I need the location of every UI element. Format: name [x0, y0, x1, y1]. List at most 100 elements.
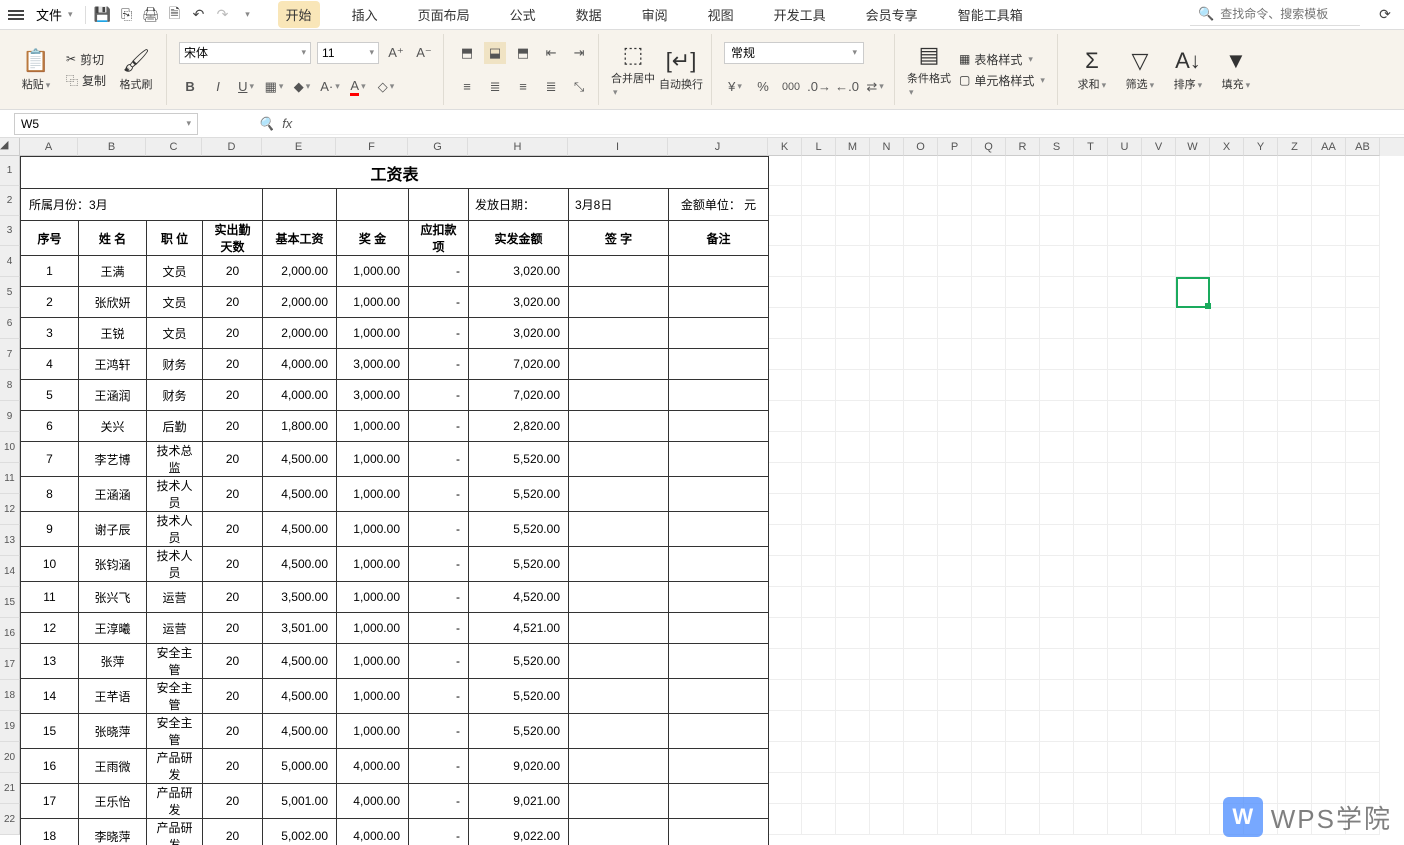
font-name-combo[interactable]: 宋体▾: [179, 42, 311, 64]
row-header-3[interactable]: 3: [0, 216, 20, 246]
increase-indent-icon[interactable]: ⇥: [568, 42, 590, 64]
col-header-R[interactable]: R: [1006, 138, 1040, 156]
justify-icon[interactable]: ≣: [540, 76, 562, 98]
fill-button[interactable]: ▼填充▾: [1214, 38, 1258, 102]
increase-font-icon[interactable]: A⁺: [385, 42, 407, 64]
row-header-14[interactable]: 14: [0, 556, 20, 587]
col-header-S[interactable]: S: [1040, 138, 1074, 156]
col-header-N[interactable]: N: [870, 138, 904, 156]
align-middle-icon[interactable]: ⬓: [484, 42, 506, 64]
file-menu-button[interactable]: 文件▾: [30, 3, 79, 26]
save-icon[interactable]: 💾: [92, 4, 114, 26]
filter-button[interactable]: ▽筛选▾: [1118, 38, 1162, 102]
col-header-X[interactable]: X: [1210, 138, 1244, 156]
row-header-4[interactable]: 4: [0, 246, 20, 277]
currency-icon[interactable]: ¥▾: [724, 76, 746, 98]
col-header-V[interactable]: V: [1142, 138, 1176, 156]
col-header-G[interactable]: G: [408, 138, 468, 156]
font-color-icon[interactable]: A▾: [347, 76, 369, 98]
row-header-10[interactable]: 10: [0, 432, 20, 463]
row-header-17[interactable]: 17: [0, 649, 20, 680]
col-header-J[interactable]: J: [668, 138, 768, 156]
row-header-22[interactable]: 22: [0, 804, 20, 835]
col-header-L[interactable]: L: [802, 138, 836, 156]
zoom-out-icon[interactable]: 🔍: [258, 116, 274, 132]
row-header-20[interactable]: 20: [0, 742, 20, 773]
select-all-corner[interactable]: ◢: [0, 138, 20, 156]
wrap-text-button[interactable]: [↵]自动换行: [659, 38, 703, 102]
row-header-21[interactable]: 21: [0, 773, 20, 804]
font-effect-icon[interactable]: A·▾: [319, 76, 341, 98]
sort-button[interactable]: A↓排序▾: [1166, 38, 1210, 102]
col-header-P[interactable]: P: [938, 138, 972, 156]
decrease-indent-icon[interactable]: ⇤: [540, 42, 562, 64]
type-convert-icon[interactable]: ⇄▾: [864, 76, 886, 98]
row-header-7[interactable]: 7: [0, 339, 20, 370]
col-header-K[interactable]: K: [768, 138, 802, 156]
bold-icon[interactable]: B: [179, 76, 201, 98]
cell-style-button[interactable]: ▢单元格样式▾: [955, 70, 1049, 91]
row-header-8[interactable]: 8: [0, 370, 20, 401]
comma-icon[interactable]: 000: [780, 76, 802, 98]
cond-format-button[interactable]: ▤条件格式▾: [907, 38, 951, 102]
ribbon-tab-1[interactable]: 插入: [344, 1, 386, 28]
col-header-AB[interactable]: AB: [1346, 138, 1380, 156]
name-box[interactable]: W5▾: [14, 113, 198, 135]
row-header-11[interactable]: 11: [0, 463, 20, 494]
row-header-5[interactable]: 5: [0, 277, 20, 308]
ribbon-tab-5[interactable]: 审阅: [634, 1, 676, 28]
print-preview-icon[interactable]: 🗎: [164, 4, 186, 26]
row-header-1[interactable]: 1: [0, 156, 20, 186]
increase-decimal-icon[interactable]: .0→: [808, 76, 830, 98]
orientation-icon[interactable]: ⤡: [568, 76, 590, 98]
print-icon[interactable]: 🖨: [140, 4, 162, 26]
col-header-I[interactable]: I: [568, 138, 668, 156]
ribbon-tab-0[interactable]: 开始: [278, 1, 320, 28]
italic-icon[interactable]: I: [207, 76, 229, 98]
format-painter-button[interactable]: 🖌格式刷: [114, 38, 158, 102]
ribbon-tab-4[interactable]: 数据: [568, 1, 610, 28]
col-header-Y[interactable]: Y: [1244, 138, 1278, 156]
col-header-F[interactable]: F: [336, 138, 408, 156]
col-header-H[interactable]: H: [468, 138, 568, 156]
row-header-19[interactable]: 19: [0, 711, 20, 742]
font-size-combo[interactable]: 11▾: [317, 42, 379, 64]
decrease-font-icon[interactable]: A⁻: [413, 42, 435, 64]
align-right-icon[interactable]: ≡: [512, 76, 534, 98]
undo-icon[interactable]: ↶: [188, 4, 210, 26]
merge-center-button[interactable]: ⬚合并居中▾: [611, 38, 655, 102]
ribbon-tab-8[interactable]: 会员专享: [858, 1, 926, 28]
col-header-W[interactable]: W: [1176, 138, 1210, 156]
col-header-C[interactable]: C: [146, 138, 202, 156]
align-left-icon[interactable]: ≡: [456, 76, 478, 98]
row-header-2[interactable]: 2: [0, 186, 20, 216]
ribbon-tab-3[interactable]: 公式: [502, 1, 544, 28]
col-header-E[interactable]: E: [262, 138, 336, 156]
col-header-M[interactable]: M: [836, 138, 870, 156]
row-header-6[interactable]: 6: [0, 308, 20, 339]
table-style-button[interactable]: ▦表格样式▾: [955, 49, 1049, 70]
paste-button[interactable]: 📋粘贴▾: [14, 38, 58, 102]
formula-input[interactable]: [300, 113, 1404, 135]
search-input[interactable]: [1220, 7, 1360, 21]
decrease-decimal-icon[interactable]: ←.0: [836, 76, 858, 98]
cut-button[interactable]: ✂剪切: [62, 49, 110, 70]
ribbon-tab-9[interactable]: 智能工具箱: [950, 1, 1031, 28]
ribbon-tab-7[interactable]: 开发工具: [766, 1, 834, 28]
save-as-icon[interactable]: ⎘: [116, 4, 138, 26]
copy-button[interactable]: ⿻复制: [62, 70, 110, 91]
col-header-T[interactable]: T: [1074, 138, 1108, 156]
menu-icon[interactable]: [8, 10, 24, 20]
sum-button[interactable]: Σ求和▾: [1070, 38, 1114, 102]
qat-dropdown-icon[interactable]: ▾: [236, 4, 258, 26]
fill-color-icon[interactable]: ◆▾: [291, 76, 313, 98]
align-top-icon[interactable]: ⬒: [456, 42, 478, 64]
align-bottom-icon[interactable]: ⬒: [512, 42, 534, 64]
row-header-18[interactable]: 18: [0, 680, 20, 711]
borders-icon[interactable]: ▦▾: [263, 76, 285, 98]
col-header-AA[interactable]: AA: [1312, 138, 1346, 156]
search-box[interactable]: 🔍: [1190, 3, 1360, 26]
spreadsheet-grid[interactable]: ◢ ABCDEFGHIJKLMNOPQRSTUVWXYZAAAB 1234567…: [0, 138, 1404, 845]
number-format-combo[interactable]: 常规▾: [724, 42, 864, 64]
fx-icon[interactable]: fx: [282, 116, 292, 131]
